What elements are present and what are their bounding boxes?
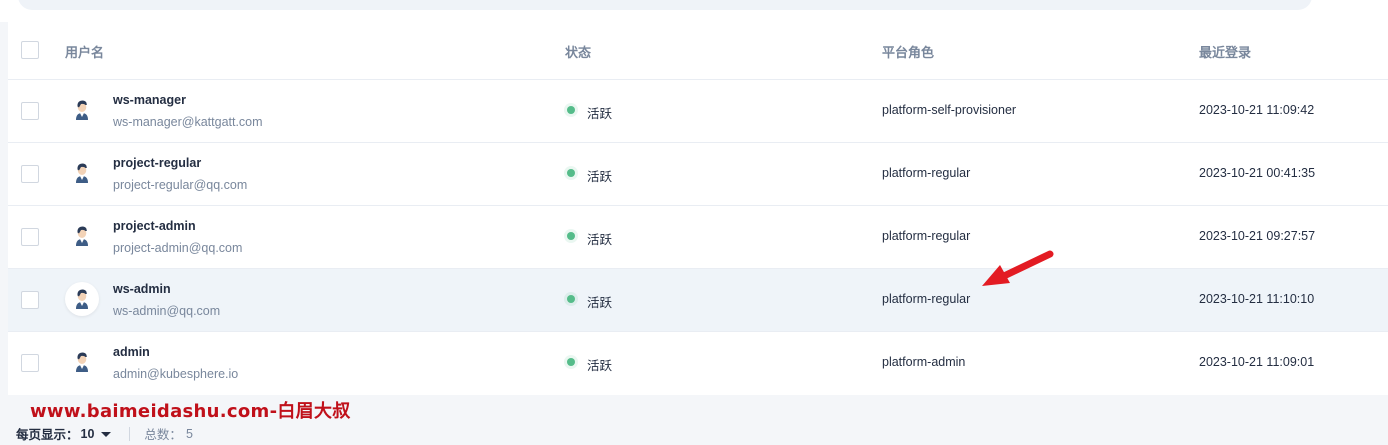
row-checkbox[interactable] (21, 354, 39, 372)
select-all-checkbox[interactable] (21, 41, 39, 59)
last-login-time: 2023-10-21 00:41:35 (1199, 166, 1316, 180)
username[interactable]: project-regular (113, 156, 201, 170)
status-text: 活跃 (587, 233, 613, 247)
user-email: ws-manager@kattgatt.com (113, 115, 263, 129)
username[interactable]: ws-admin (113, 282, 171, 296)
divider (129, 426, 131, 441)
table-row[interactable]: project-regular project-regular@qq.com 活… (8, 143, 1388, 206)
username[interactable]: ws-manager (113, 93, 186, 107)
search-bar[interactable] (18, 0, 1312, 10)
row-checkbox[interactable] (21, 102, 39, 120)
status-dot-icon (567, 358, 575, 366)
platform-role: platform-regular (882, 229, 971, 243)
status-dot-icon (567, 106, 575, 114)
status-text: 活跃 (587, 296, 613, 310)
status-dot-icon (567, 232, 575, 240)
last-login-time: 2023-10-21 11:10:10 (1199, 292, 1315, 306)
row-checkbox[interactable] (21, 291, 39, 309)
username[interactable]: admin (113, 345, 150, 359)
status-text: 活跃 (587, 170, 613, 184)
table-row[interactable]: ws-admin ws-admin@qq.com 活跃 platform-reg… (8, 269, 1388, 332)
total-count: 5 (185, 426, 193, 441)
table-row[interactable]: ws-manager ws-manager@kattgatt.com 活跃 pl… (8, 80, 1388, 143)
last-login-time: 2023-10-21 11:09:42 (1199, 103, 1315, 117)
user-avatar-icon[interactable] (65, 345, 99, 379)
platform-role: platform-admin (882, 355, 966, 369)
last-login-time: 2023-10-21 09:27:57 (1199, 229, 1316, 243)
total-label: 总数： (144, 428, 182, 442)
watermark: www.baimeidashu.com-白眉大叔 (30, 401, 351, 422)
last-login-time: 2023-10-21 11:09:01 (1199, 355, 1315, 369)
platform-role: platform-regular (882, 292, 971, 306)
page-size-select[interactable]: 10 (81, 427, 95, 441)
user-avatar-icon[interactable] (65, 156, 99, 190)
user-avatar-icon[interactable] (65, 219, 99, 253)
table-row[interactable]: project-admin project-admin@qq.com 活跃 pl… (8, 206, 1388, 269)
row-checkbox[interactable] (21, 165, 39, 183)
user-avatar-icon[interactable] (65, 282, 99, 316)
status-text: 活跃 (587, 107, 613, 121)
user-email: admin@kubesphere.io (113, 367, 239, 381)
caret-down-icon[interactable] (101, 432, 112, 437)
column-header-status[interactable]: 状态 (565, 42, 591, 61)
user-email: project-regular@qq.com (113, 178, 248, 192)
column-header-platform-role[interactable]: 平台角色 (882, 42, 934, 61)
users-table: 用户名 状态 平台角色 最近登录 ws-manager ws-manager@k… (8, 22, 1388, 395)
platform-role: platform-self-provisioner (882, 103, 1017, 117)
pagination-footer: 每页显示： 10 总数： 5 (16, 424, 193, 443)
platform-role: platform-regular (882, 166, 971, 180)
table-header: 用户名 状态 平台角色 最近登录 (8, 22, 1388, 80)
red-arrow-icon (982, 250, 1054, 286)
user-email: ws-admin@qq.com (113, 304, 221, 318)
column-header-username[interactable]: 用户名 (65, 42, 104, 61)
column-header-last-login[interactable]: 最近登录 (1199, 42, 1251, 61)
status-dot-icon (567, 295, 575, 303)
user-avatar-icon[interactable] (65, 93, 99, 127)
status-text: 活跃 (587, 359, 613, 373)
user-email: project-admin@qq.com (113, 241, 243, 255)
toolbar-area (0, 0, 1388, 22)
page-size-label: 每页显示： (16, 428, 79, 442)
username[interactable]: project-admin (113, 219, 196, 233)
row-checkbox[interactable] (21, 228, 39, 246)
table-row[interactable]: admin admin@kubesphere.io 活跃 platform-ad… (8, 332, 1388, 395)
status-dot-icon (567, 169, 575, 177)
